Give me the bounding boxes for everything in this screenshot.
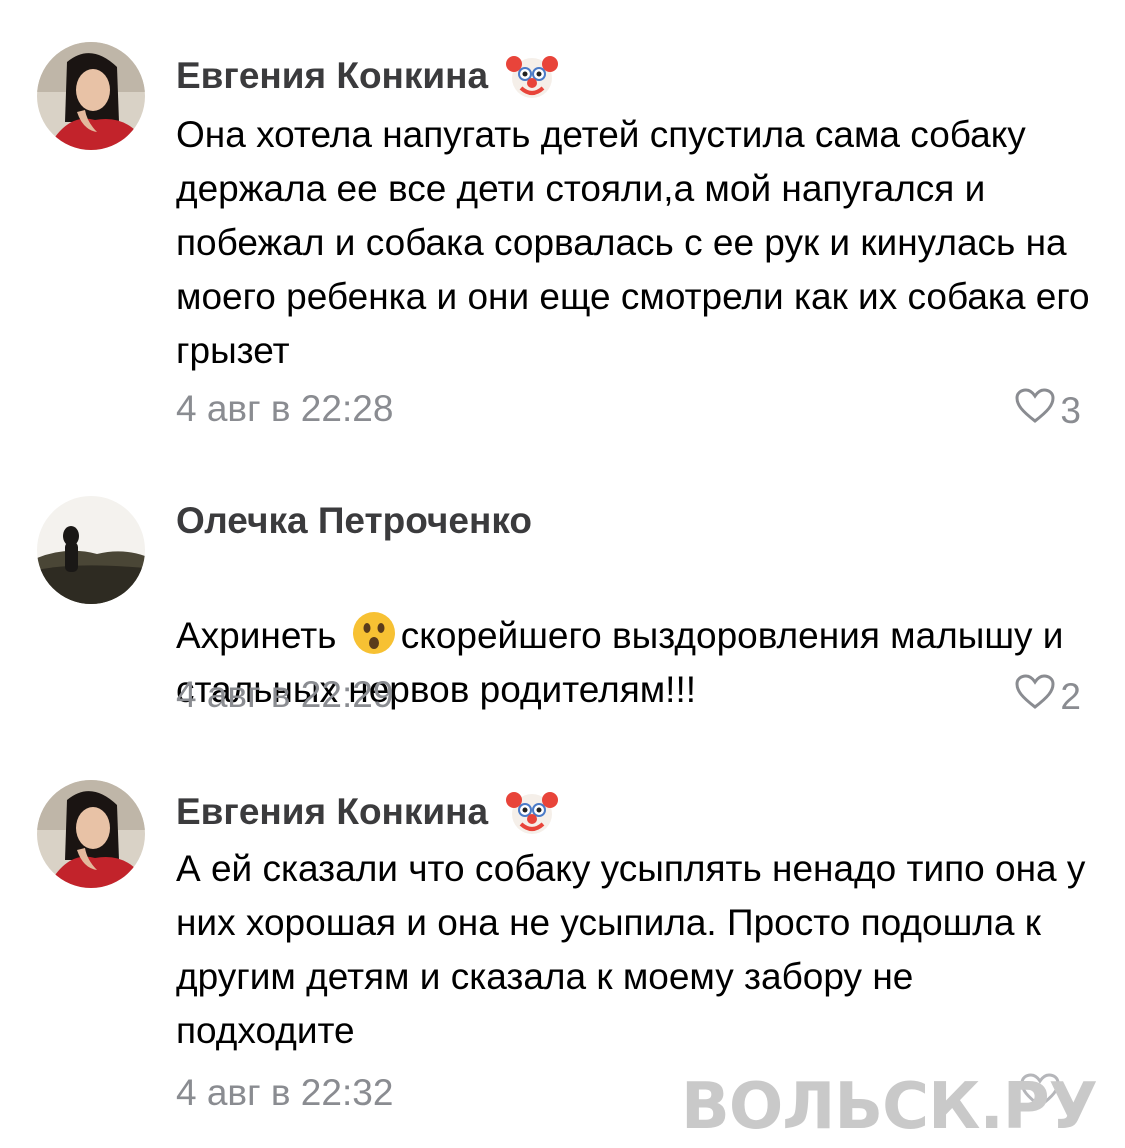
comment-timestamp[interactable]: 4 авг в 22:29 [176,674,393,716]
comment-text-part: Ахринеть [176,615,347,656]
author-name[interactable]: Евгения Конкина [176,55,488,97]
like-button[interactable]: 3 [1014,387,1081,434]
comment-timestamp[interactable]: 4 авг в 22:28 [176,388,393,430]
astonished-face-icon [351,610,397,656]
comment-text: А ей сказали что собаку усыплять ненадо … [176,848,1086,1051]
avatar[interactable] [37,780,145,888]
clown-face-icon [506,50,559,102]
heart-icon [1014,673,1056,720]
heart-icon [1014,387,1056,434]
clown-face-icon [506,786,559,838]
like-count: 3 [1060,389,1081,431]
like-count: 2 [1060,675,1081,717]
author-name[interactable]: Олечка Петроченко [176,500,532,542]
comment-item: Евгения Конкина Она хотела напугать дете… [0,0,1125,460]
comment-author[interactable]: Олечка Петроченко [176,500,532,542]
comment-item: Олечка Петроченко Ахринеть скорейшего вы… [0,460,1125,760]
author-name[interactable]: Евгения Конкина [176,791,488,833]
comment-text: Она хотела напугать детей спустила сама … [176,114,1090,371]
watermark-logo: ВОЛЬСК.РУ [681,1070,1098,1144]
avatar[interactable] [37,496,145,604]
avatar[interactable] [37,42,145,150]
comment-author[interactable]: Евгения Конкина [176,50,559,102]
like-button[interactable]: 2 [1014,673,1081,720]
comment-timestamp[interactable]: 4 авг в 22:32 [176,1072,393,1114]
comment-author[interactable]: Евгения Конкина [176,786,559,838]
